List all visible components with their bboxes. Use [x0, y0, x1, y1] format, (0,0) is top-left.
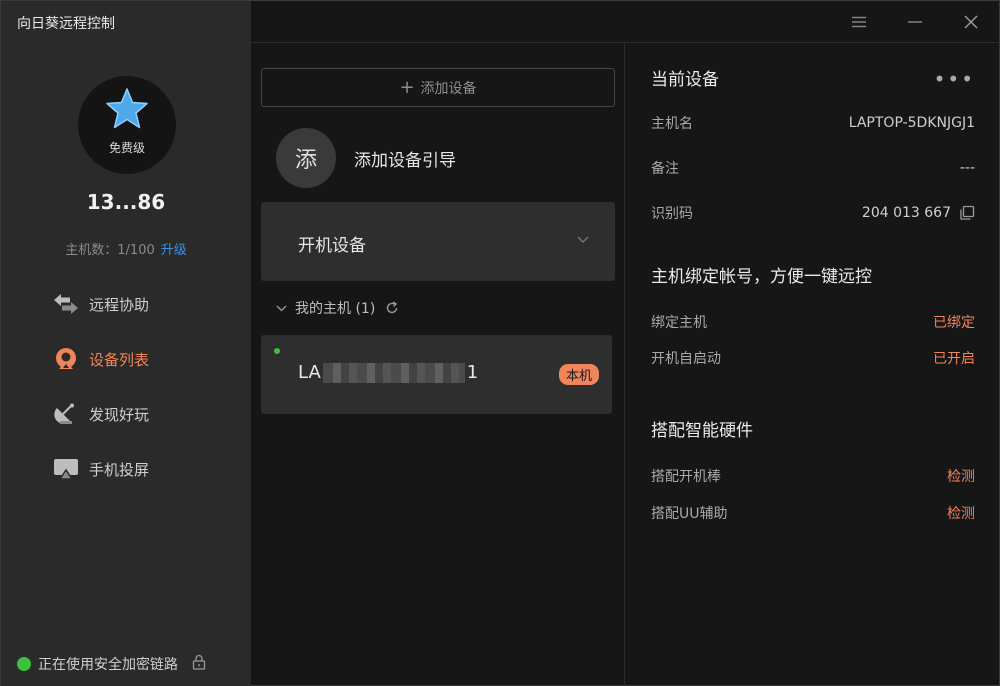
- host-count: 主机数：1/100 升级: [1, 239, 251, 258]
- discover-icon: [53, 401, 79, 427]
- avatar[interactable]: 免费级: [78, 76, 176, 174]
- hardware-section-title: 搭配智能硬件: [651, 421, 753, 441]
- title-bar: [251, 1, 1000, 43]
- close-icon: [964, 15, 978, 29]
- this-machine-badge: 本机: [558, 364, 599, 385]
- hostname-value: LAPTOP-5DKNJGJ1: [848, 115, 975, 131]
- add-device-button[interactable]: + 添加设备: [261, 68, 615, 107]
- remote-assist-icon: [53, 291, 79, 317]
- code-value: 204 013 667: [861, 205, 951, 221]
- bind-section-title: 主机绑定帐号，方便一键远控: [651, 267, 872, 287]
- app-window: 向日葵远程控制 免费级 13...86 主机数：1/100 升级 远程协助 设备…: [0, 0, 1000, 686]
- code-label: 识别码: [651, 206, 693, 222]
- device-details-panel: 当前设备 ••• 主机名 LAPTOP-5DKNJGJ1 备注 --- 识别码 …: [625, 43, 1000, 686]
- guide-avatar: 添: [276, 128, 336, 188]
- boot-device-section[interactable]: 开机设备: [261, 202, 615, 281]
- bind-host-row: 绑定主机 已绑定: [651, 312, 975, 332]
- code-row: 识别码 204 013 667: [651, 203, 975, 223]
- user-id: 13...86: [86, 190, 166, 214]
- uu-assist-label: 搭配UU辅助: [651, 506, 728, 522]
- minimize-button[interactable]: [903, 11, 927, 33]
- bind-host-status[interactable]: 已绑定: [933, 312, 975, 332]
- hostname-row: 主机名 LAPTOP-5DKNJGJ1: [651, 113, 975, 133]
- boot-device-label: 开机设备: [298, 236, 366, 256]
- menu-button[interactable]: [847, 11, 871, 33]
- note-label: 备注: [651, 161, 679, 177]
- host-count-label: 主机数：: [65, 243, 118, 258]
- lock-icon[interactable]: [192, 654, 206, 674]
- autostart-status[interactable]: 已开启: [933, 348, 975, 368]
- code-value-group: 204 013 667: [862, 205, 975, 221]
- sidebar-nav: 远程协助 设备列表 发现好玩 手机投屏: [53, 289, 149, 509]
- hostname-label: 主机名: [651, 116, 693, 132]
- plus-icon: +: [399, 77, 415, 98]
- nav-label: 手机投屏: [89, 460, 150, 479]
- my-hosts-label: 我的主机 (1): [295, 301, 376, 317]
- nav-item-device-list[interactable]: 设备列表: [53, 344, 149, 374]
- my-hosts-group[interactable]: 我的主机 (1): [276, 298, 399, 318]
- boot-stick-row: 搭配开机棒 检测: [651, 466, 975, 486]
- nav-label: 发现好玩: [89, 405, 150, 424]
- redacted-blur: [322, 362, 465, 383]
- nav-item-discover[interactable]: 发现好玩: [53, 399, 149, 429]
- host-count-value: 1/100: [117, 243, 155, 258]
- chevron-down-icon: [577, 236, 589, 243]
- status-dot-icon: [17, 657, 31, 671]
- current-device-title: 当前设备: [651, 70, 719, 90]
- add-device-guide[interactable]: 添 添加设备引导: [276, 128, 456, 188]
- add-device-label: 添加设备: [420, 80, 477, 97]
- boot-stick-check-button[interactable]: 检测: [947, 466, 975, 486]
- nav-label: 远程协助: [89, 295, 150, 314]
- bind-host-label: 绑定主机: [651, 315, 707, 331]
- guide-label: 添加设备引导: [354, 150, 456, 171]
- menu-icon: [852, 16, 866, 28]
- device-list-panel: + 添加设备 添 添加设备引导 开机设备 我的主机 (1) LA 1 本机: [251, 43, 625, 686]
- uu-assist-row: 搭配UU辅助 检测: [651, 503, 975, 523]
- host-name: LA 1: [298, 362, 478, 383]
- upgrade-link[interactable]: 升级: [161, 243, 187, 258]
- close-button[interactable]: [959, 11, 983, 33]
- boot-stick-label: 搭配开机棒: [651, 469, 721, 485]
- host-name-suffix: 1: [466, 362, 479, 383]
- device-list-icon: [53, 346, 79, 372]
- nav-label: 设备列表: [89, 350, 150, 369]
- host-card[interactable]: LA 1 本机: [261, 335, 612, 414]
- nav-item-screen-cast[interactable]: 手机投屏: [53, 454, 149, 484]
- status-text: 正在使用安全加密链路: [38, 657, 178, 673]
- app-title: 向日葵远程控制: [17, 16, 115, 32]
- autostart-row: 开机自启动 已开启: [651, 348, 975, 368]
- copy-icon[interactable]: [959, 205, 975, 221]
- note-value[interactable]: ---: [960, 160, 975, 176]
- uu-assist-check-button[interactable]: 检测: [947, 503, 975, 523]
- note-row: 备注 ---: [651, 158, 975, 178]
- more-options-icon[interactable]: •••: [934, 67, 975, 91]
- nav-item-remote-assist[interactable]: 远程协助: [53, 289, 149, 319]
- online-dot-icon: [274, 348, 280, 354]
- autostart-label: 开机自启动: [651, 351, 721, 367]
- security-status: 正在使用安全加密链路: [17, 654, 206, 674]
- screen-cast-icon: [53, 456, 79, 482]
- chevron-down-icon: [276, 305, 287, 311]
- refresh-icon[interactable]: [385, 301, 399, 315]
- star-icon: [106, 88, 148, 129]
- host-name-prefix: LA: [298, 362, 321, 383]
- sidebar: 向日葵远程控制 免费级 13...86 主机数：1/100 升级 远程协助 设备…: [1, 1, 251, 686]
- tier-label: 免费级: [108, 141, 145, 155]
- minimize-icon: [908, 21, 922, 23]
